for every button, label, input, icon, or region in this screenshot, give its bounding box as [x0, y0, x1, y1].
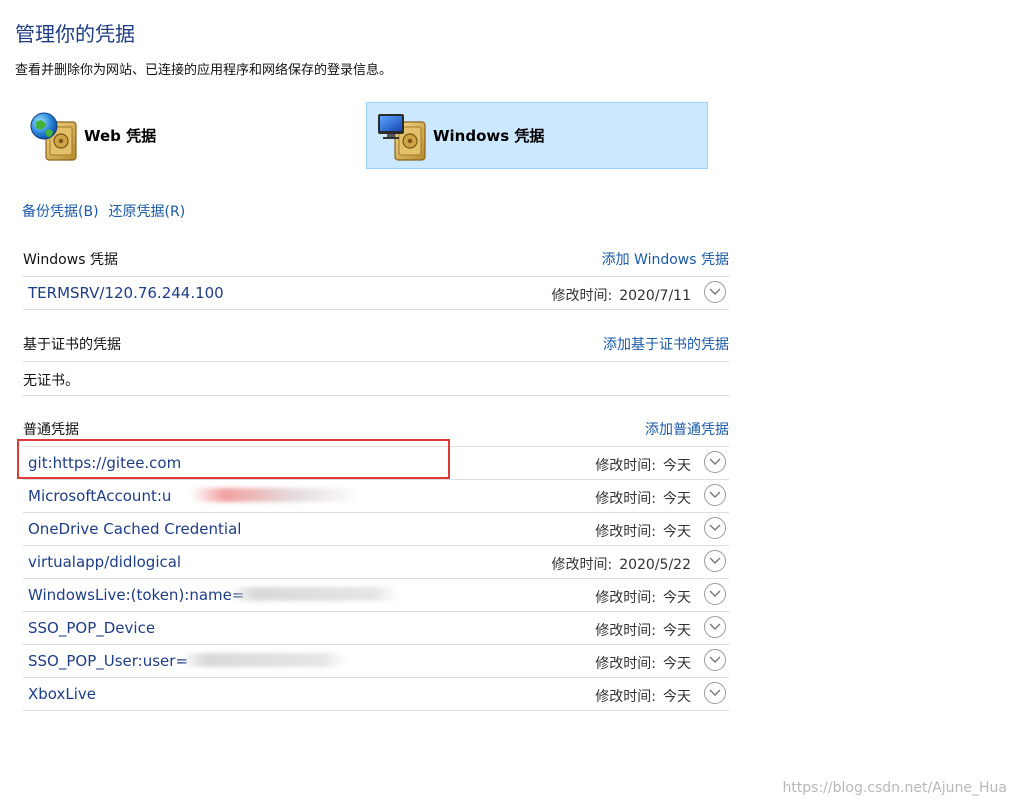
- credential-modified: 修改时间: 今天: [595, 590, 691, 606]
- credential-name: XboxLive: [28, 685, 97, 703]
- credential-row[interactable]: virtualapp/didlogical 修改时间: 2020/5/22: [23, 546, 729, 579]
- generic-credentials-section: 普通凭据 添加普通凭据 git:https://gitee.com 修改时间: 今…: [23, 413, 729, 711]
- expand-chevron-icon[interactable]: [704, 649, 726, 671]
- credential-name: TERMSRV/120.76.244.100: [28, 284, 224, 302]
- credential-modified: 修改时间: 今天: [595, 491, 691, 507]
- credential-row[interactable]: OneDrive Cached Credential 修改时间: 今天: [23, 513, 729, 546]
- expand-chevron-icon[interactable]: [704, 451, 726, 473]
- page-title: 管理你的凭据: [15, 22, 135, 46]
- add-windows-credential-link[interactable]: 添加 Windows 凭据: [602, 249, 729, 269]
- tab-windows-label: Windows 凭据: [433, 127, 545, 145]
- watermark: https://blog.csdn.net/Ajune_Hua: [782, 780, 1007, 796]
- credential-row[interactable]: TERMSRV/120.76.244.100 修改时间: 2020/7/11: [23, 277, 729, 310]
- credential-modified: 修改时间: 今天: [595, 689, 691, 705]
- section-title: 基于证书的凭据: [23, 337, 121, 353]
- windows-credentials-section: Windows 凭据 添加 Windows 凭据 TERMSRV/120.76.…: [23, 243, 729, 310]
- computer-vault-icon: [375, 108, 431, 164]
- backup-credentials-link[interactable]: 备份凭据(B): [22, 204, 99, 220]
- add-generic-credential-link[interactable]: 添加普通凭据: [645, 419, 729, 439]
- credential-name: SSO_POP_Device: [28, 619, 156, 637]
- credential-modified: 修改时间: 今天: [595, 656, 691, 672]
- no-certificates-text: 无证书。: [23, 373, 79, 389]
- section-header: Windows 凭据 添加 Windows 凭据: [23, 243, 729, 277]
- credential-row[interactable]: WindowsLive:(token):name= 修改时间: 今天: [23, 579, 729, 612]
- expand-chevron-icon[interactable]: [704, 583, 726, 605]
- expand-chevron-icon[interactable]: [704, 281, 726, 303]
- credential-row[interactable]: git:https://gitee.com 修改时间: 今天: [23, 447, 729, 480]
- credential-modified: 修改时间: 今天: [595, 524, 691, 540]
- add-certificate-credential-link[interactable]: 添加基于证书的凭据: [603, 334, 729, 354]
- restore-credentials-link[interactable]: 还原凭据(R): [109, 204, 186, 220]
- credential-row[interactable]: SSO_POP_Device 修改时间: 今天: [23, 612, 729, 645]
- redaction-blur: [191, 488, 361, 502]
- expand-chevron-icon[interactable]: [704, 484, 726, 506]
- credential-row[interactable]: MicrosoftAccount:u 修改时间: 今天: [23, 480, 729, 513]
- expand-chevron-icon[interactable]: [704, 550, 726, 572]
- globe-vault-icon: [26, 108, 82, 164]
- credential-modified: 修改时间: 2020/5/22: [551, 557, 691, 573]
- expand-chevron-icon[interactable]: [704, 517, 726, 539]
- expand-chevron-icon[interactable]: [704, 682, 726, 704]
- certificate-credentials-section: 基于证书的凭据 添加基于证书的凭据 无证书。: [23, 328, 729, 396]
- credential-modified: 修改时间: 今天: [595, 458, 691, 474]
- empty-row: 无证书。: [23, 362, 729, 396]
- tab-web-credentials[interactable]: Web 凭据: [26, 102, 326, 169]
- credential-actions: 备份凭据(B) 还原凭据(R): [22, 201, 185, 221]
- credential-row[interactable]: XboxLive 修改时间: 今天: [23, 678, 729, 711]
- section-header: 基于证书的凭据 添加基于证书的凭据: [23, 328, 729, 362]
- credential-name: WindowsLive:(token):name=: [28, 586, 245, 604]
- credential-row[interactable]: SSO_POP_User:user= 修改时间: 今天: [23, 645, 729, 678]
- credential-name: SSO_POP_User:user=: [28, 652, 189, 670]
- credential-name: git:https://gitee.com: [28, 454, 182, 472]
- expand-chevron-icon[interactable]: [704, 616, 726, 638]
- page-description: 查看并删除你为网站、已连接的应用程序和网络保存的登录信息。: [15, 63, 393, 78]
- tab-windows-credentials[interactable]: Windows 凭据: [366, 102, 708, 169]
- section-title: 普通凭据: [23, 422, 79, 438]
- redaction-blur: [229, 587, 399, 601]
- credential-modified: 修改时间: 今天: [595, 623, 691, 639]
- tab-web-label: Web 凭据: [84, 127, 157, 145]
- credential-modified: 修改时间: 2020/7/11: [551, 288, 691, 304]
- redaction-blur: [181, 653, 347, 667]
- credential-name: MicrosoftAccount:u: [28, 487, 172, 505]
- section-header: 普通凭据 添加普通凭据: [23, 413, 729, 447]
- credential-name: OneDrive Cached Credential: [28, 520, 242, 538]
- credential-name: virtualapp/didlogical: [28, 553, 182, 571]
- section-title: Windows 凭据: [23, 252, 118, 268]
